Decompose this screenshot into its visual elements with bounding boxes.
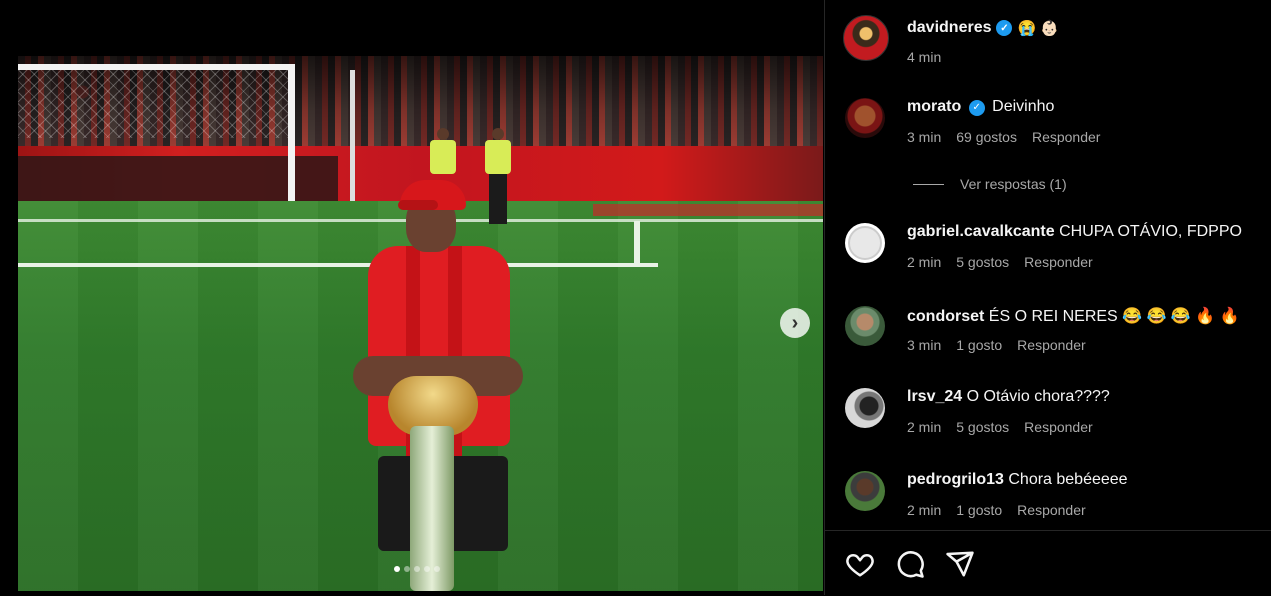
comment-body: ÉS O REI NERES 😂 😂 😂 🔥 🔥 [988,308,1240,325]
comment-avatar[interactable] [845,306,885,346]
comment-avatar[interactable] [845,98,885,138]
comments-panel: davidneres ✓ 😭 👶🏻 4 min morato ✓ Deivinh… [824,0,1271,595]
carousel-dot [434,566,440,572]
comment-body: CHUPA OTÁVIO, FDPPO [1059,223,1242,240]
comment-username[interactable]: gabriel.cavalkcante [907,223,1055,240]
comment-avatar[interactable] [845,388,885,428]
carousel-dot [424,566,430,572]
comment-body: Deivinho [992,98,1055,115]
comment-text: gabriel.cavalkcante CHUPA OTÁVIO, FDPPO [907,223,1242,241]
comment-item: morato ✓ Deivinho 3 min 69 gostos Respon… [825,98,1271,158]
comment-avatar[interactable] [845,223,885,263]
view-replies-label: Ver respostas (1) [960,176,1067,192]
reply-button[interactable]: Responder [1032,129,1101,145]
comment-item: pedrogrilo13 Chora bebéeeee 2 min 1 gost… [825,471,1271,531]
comment-text: lrsv_24 O Otávio chora???? [907,388,1110,406]
comment-likes[interactable]: 1 gosto [956,502,1002,518]
comment-body: Chora bebéeeee [1008,471,1128,488]
box-line [634,221,640,266]
post-time: 4 min [907,49,942,65]
verified-badge-icon: ✓ [996,20,1013,36]
comment-username[interactable]: pedrogrilo13 [907,471,1004,488]
post-actions-bar [825,530,1271,596]
post-media-panel: › [0,0,824,595]
comment-meta: 2 min 1 gosto Responder [907,502,1086,518]
comment-username[interactable]: condorset [907,308,984,325]
default-avatar-icon [848,226,882,260]
comment-text: pedrogrilo13 Chora bebéeeee [907,471,1128,489]
chevron-right-icon: › [791,311,799,334]
reply-button[interactable]: Responder [1024,419,1093,435]
comment-likes[interactable]: 5 gostos [956,254,1009,270]
comment-meta: 3 min 1 gosto Responder [907,337,1086,353]
reply-button[interactable]: Responder [1017,337,1086,353]
comment-item: condorset ÉS O REI NERES 😂 😂 😂 🔥 🔥 3 min… [825,306,1271,366]
carousel-next-button[interactable]: › [780,308,810,338]
carousel-dot [394,566,400,572]
view-replies-button[interactable]: Ver respostas (1) [913,176,1067,192]
goal-post-back [350,70,355,210]
reply-button[interactable]: Responder [1017,502,1086,518]
goal-net [18,68,288,138]
verified-badge-icon: ✓ [968,99,985,116]
comment-likes[interactable]: 69 gostos [956,129,1017,145]
comment-username[interactable]: lrsv_24 [907,388,962,405]
heart-icon[interactable] [845,549,875,579]
comment-username[interactable]: morato [907,98,961,115]
comment-time: 3 min [907,129,942,145]
goal-crossbar [18,64,293,70]
author-avatar[interactable] [843,15,889,61]
comment-likes[interactable]: 5 gostos [956,419,1009,435]
comment-meta: 2 min 5 gostos Responder [907,254,1093,270]
comment-body: O Otávio chora???? [966,388,1110,405]
author-caption-emojis: 😭 👶🏻 [1017,20,1060,37]
goal-post [288,64,295,224]
comment-item: lrsv_24 O Otávio chora???? 2 min 5 gosto… [825,388,1271,448]
comment-text: condorset ÉS O REI NERES 😂 😂 😂 🔥 🔥 [907,306,1240,326]
author-header: davidneres ✓ 😭 👶🏻 [907,19,1059,37]
carousel-dot [404,566,410,572]
comment-time: 2 min [907,502,942,518]
comment-meta: 3 min 69 gostos Responder [907,129,1100,145]
comment-meta: 2 min 5 gostos Responder [907,419,1093,435]
comment-likes[interactable]: 1 gosto [956,337,1002,353]
carousel-dot [414,566,420,572]
comment-icon[interactable] [895,549,925,579]
comment-avatar[interactable] [845,471,885,511]
comment-time: 3 min [907,337,942,353]
reply-button[interactable]: Responder [1024,254,1093,270]
comment-time: 2 min [907,254,942,270]
author-username[interactable]: davidneres [907,19,991,37]
comment-time: 2 min [907,419,942,435]
comment-text: morato ✓ Deivinho [907,98,1054,116]
replies-dash [913,183,944,185]
sideline-board [593,204,823,216]
post-photo[interactable] [18,56,823,591]
share-icon[interactable] [945,549,975,579]
penalty-line [18,263,658,267]
carousel-indicator [394,566,440,572]
comment-item: gabriel.cavalkcante CHUPA OTÁVIO, FDPPO … [825,223,1271,283]
